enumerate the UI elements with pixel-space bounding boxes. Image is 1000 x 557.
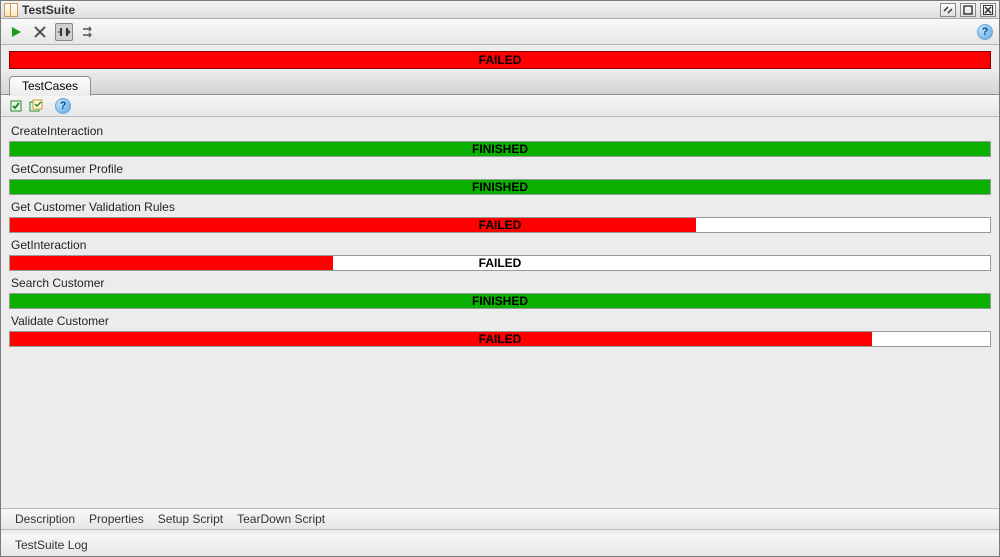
testcase-name: Get Customer Validation Rules [9, 197, 991, 217]
progress-bar: FAILED [9, 255, 991, 271]
tab-teardown-script[interactable]: TearDown Script [237, 512, 325, 526]
new-testcase-with-step-icon[interactable] [29, 99, 43, 113]
maximize-button[interactable] [960, 3, 976, 17]
testcases-toolbar: ? [1, 95, 999, 117]
progress-label: FINISHED [10, 142, 990, 156]
tab-description[interactable]: Description [15, 512, 75, 526]
testcase-row[interactable]: Validate CustomerFAILED [9, 311, 991, 347]
bottom-tabs: Description Properties Setup Script Tear… [1, 508, 999, 530]
minimize-button[interactable] [940, 3, 956, 17]
run-button[interactable] [7, 23, 25, 41]
testsuite-icon [4, 3, 18, 17]
testcase-row[interactable]: GetInteractionFAILED [9, 235, 991, 271]
title-bar: TestSuite [1, 1, 999, 19]
testcase-row[interactable]: CreateInteractionFINISHED [9, 121, 991, 157]
progress-bar: FINISHED [9, 141, 991, 157]
progress-bar: FAILED [9, 331, 991, 347]
testcase-row[interactable]: Get Customer Validation RulesFAILED [9, 197, 991, 233]
progress-label: FAILED [10, 332, 990, 346]
sequential-button[interactable] [79, 23, 97, 41]
testcase-name: Search Customer [9, 273, 991, 293]
tab-row: TestCases [1, 73, 999, 95]
testcase-name: GetConsumer Profile [9, 159, 991, 179]
progress-bar: FINISHED [9, 293, 991, 309]
overall-status-row: FAILED [1, 45, 999, 73]
toolbar: ? [1, 19, 999, 45]
progress-label: FAILED [10, 218, 990, 232]
tab-label: TestCases [22, 79, 78, 93]
progress-label: FINISHED [10, 180, 990, 194]
window-controls [940, 3, 996, 17]
overall-status-label: FAILED [479, 53, 522, 67]
testcases-list: CreateInteractionFINISHEDGetConsumer Pro… [1, 117, 999, 508]
testcase-row[interactable]: GetConsumer ProfileFINISHED [9, 159, 991, 195]
new-testcase-icon[interactable] [9, 99, 23, 113]
tab-testcases[interactable]: TestCases [9, 76, 91, 96]
overall-status-bar: FAILED [9, 51, 991, 69]
progress-label: FAILED [10, 256, 990, 270]
tab-setup-script[interactable]: Setup Script [158, 512, 223, 526]
testcase-name: GetInteraction [9, 235, 991, 255]
cancel-button[interactable] [31, 23, 49, 41]
progress-bar: FINISHED [9, 179, 991, 195]
parallel-toggle[interactable] [55, 23, 73, 41]
log-label: TestSuite Log [15, 538, 88, 552]
testcase-name: CreateInteraction [9, 121, 991, 141]
testcase-row[interactable]: Search CustomerFINISHED [9, 273, 991, 309]
help-icon[interactable]: ? [977, 24, 993, 40]
log-bar[interactable]: TestSuite Log [1, 530, 999, 556]
window-title: TestSuite [22, 3, 940, 17]
testcase-name: Validate Customer [9, 311, 991, 331]
close-button[interactable] [980, 3, 996, 17]
progress-bar: FAILED [9, 217, 991, 233]
tab-properties[interactable]: Properties [89, 512, 144, 526]
testsuite-window: TestSuite ? FAILED [0, 0, 1000, 557]
help-icon[interactable]: ? [55, 98, 71, 114]
progress-label: FINISHED [10, 294, 990, 308]
